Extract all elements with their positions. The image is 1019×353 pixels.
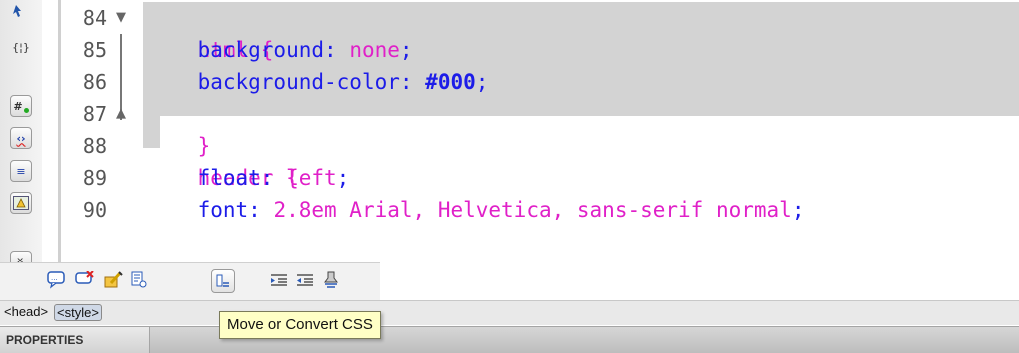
wrap-glyph: ≡ <box>16 164 26 178</box>
code-line[interactable]: font: 2.8em Arial, Helvetica, sans-serif… <box>147 194 805 226</box>
line-number: 85 <box>82 38 107 62</box>
coding-toolbar: {¦} # ‹› ≡ » <box>0 0 43 300</box>
fold-expand-icon[interactable]: ▲ <box>116 106 126 121</box>
property-name: background-color <box>197 70 400 94</box>
outdent-code-icon[interactable] <box>294 269 316 291</box>
tag-style[interactable]: <style> <box>54 304 102 321</box>
status-dot-icon <box>23 107 29 113</box>
property-value: 2.8em Arial, Helvetica, sans-serif norma… <box>273 198 792 222</box>
line-numbers-icon[interactable]: # <box>10 95 32 117</box>
properties-panel-bar: PROPERTIES <box>0 326 1019 353</box>
tag-selector: <head> <style> <box>0 300 1019 325</box>
word-wrap-icon[interactable]: ≡ <box>10 160 32 182</box>
svg-text:...: ... <box>51 274 58 282</box>
line-number: 89 <box>82 166 107 190</box>
line-number: 84 <box>82 6 107 30</box>
line-number-gutter: 84 ▼ 85 86 87 ▲ 88 89 90 <box>42 0 143 262</box>
apply-comment-icon[interactable]: ... <box>46 269 68 291</box>
property-value: #000 <box>425 70 476 94</box>
code-line[interactable]: background: none; <box>147 34 413 66</box>
line-number: 90 <box>82 198 107 222</box>
line-number: 88 <box>82 134 107 158</box>
move-convert-css-icon[interactable] <box>211 269 235 293</box>
recent-snippets-icon[interactable] <box>128 269 150 291</box>
indent-code-icon[interactable] <box>268 269 290 291</box>
property-name: float <box>197 166 261 190</box>
format-source-icon[interactable] <box>320 269 342 291</box>
fold-collapse-icon[interactable]: ▼ <box>116 10 126 25</box>
code-line[interactable]: float: left; <box>147 162 350 194</box>
properties-panel-title[interactable]: PROPERTIES <box>0 327 150 353</box>
highlight-invalid-code-icon[interactable]: ‹› <box>10 127 32 149</box>
property-value: left <box>286 166 337 190</box>
property-name: font <box>197 198 249 222</box>
line-number: 87 <box>82 102 107 126</box>
line-number: 86 <box>82 70 107 94</box>
hash-glyph: # <box>13 99 23 113</box>
tag-head[interactable]: <head> <box>4 304 48 319</box>
wrap-tag-icon[interactable] <box>102 269 124 291</box>
property-name: background <box>197 38 325 62</box>
collapse-braces-icon[interactable]: {¦} <box>10 36 32 58</box>
code-line[interactable]: background-color: #000; <box>147 66 489 98</box>
code-view[interactable]: html { background: none; background-colo… <box>143 0 1019 262</box>
remove-comment-icon[interactable] <box>74 269 96 291</box>
property-value: none <box>349 38 400 62</box>
code-tools-bar: ... <box>0 262 380 301</box>
pointer-icon[interactable] <box>10 0 32 22</box>
tag-glyph: ‹› <box>16 131 26 145</box>
gutter-divider <box>58 0 61 262</box>
info-icon[interactable] <box>10 192 32 214</box>
tooltip: Move or Convert CSS <box>219 311 381 339</box>
